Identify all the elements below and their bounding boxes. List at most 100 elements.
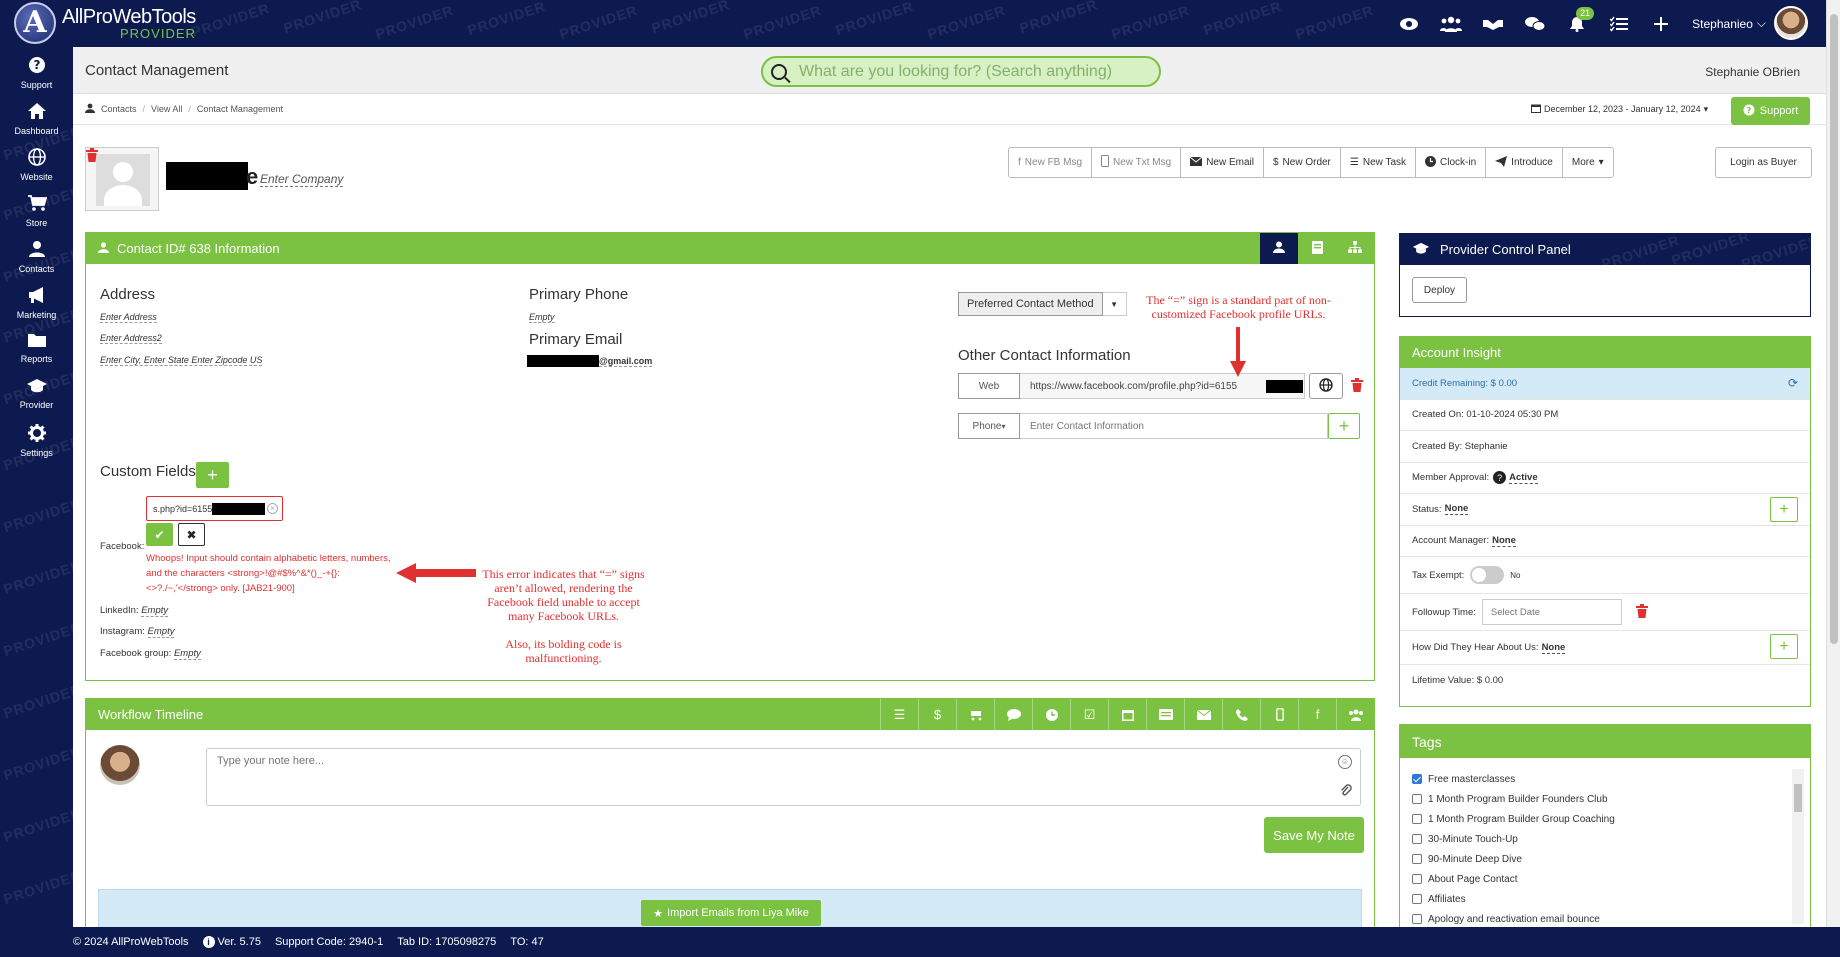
save-note-button[interactable]: Save My Note <box>1264 817 1364 853</box>
global-search[interactable] <box>761 56 1161 87</box>
status-value[interactable]: None <box>1444 503 1469 516</box>
new-txt-msg-button[interactable]: New Txt Msg <box>1092 148 1182 177</box>
search-input[interactable] <box>799 62 1139 81</box>
eye-icon[interactable] <box>1398 13 1420 35</box>
contact-name-tail[interactable]: e <box>246 164 258 190</box>
add-custom-field-button[interactable]: + <box>196 462 229 488</box>
plus-icon[interactable] <box>1650 13 1672 35</box>
new-order-button[interactable]: $ New Order <box>1263 148 1341 177</box>
primary-phone-field[interactable]: Empty <box>529 312 555 323</box>
linkedin-field[interactable]: Empty <box>141 605 169 617</box>
list-item[interactable]: 1 Month Program Builder Founders Club <box>1412 789 1797 809</box>
confirm-facebook-button[interactable]: ✔ <box>146 523 173 546</box>
contact-type-phone-select[interactable]: Phone ▾ <box>958 413 1020 439</box>
scrollbar-thumb[interactable] <box>1794 784 1802 812</box>
sidebar-item-marketing[interactable]: Marketing <box>0 286 73 320</box>
sidebar-item-store[interactable]: Store <box>0 194 73 228</box>
envelope-icon[interactable] <box>1184 699 1222 730</box>
list-item[interactable]: Apology and reactivation email bounce <box>1412 909 1797 929</box>
add-contact-info-button[interactable]: + <box>1328 413 1360 439</box>
tag-checkbox[interactable] <box>1412 834 1422 844</box>
tax-exempt-toggle[interactable] <box>1470 566 1505 584</box>
delete-contact-row-button[interactable] <box>1351 373 1363 399</box>
new-email-button[interactable]: New Email <box>1181 148 1264 177</box>
deploy-button[interactable]: Deploy <box>1412 277 1467 303</box>
breadcrumb-link[interactable]: View All <box>151 104 182 114</box>
comment-icon[interactable] <box>994 699 1032 730</box>
import-emails-button[interactable]: ★ Import Emails from Liya Mike <box>641 900 821 926</box>
note-input[interactable] <box>207 749 1360 805</box>
paperclip-icon[interactable] <box>1340 784 1352 801</box>
tag-checkbox[interactable] <box>1412 914 1422 924</box>
facebook-group-field[interactable]: Empty <box>173 648 201 660</box>
open-url-button[interactable] <box>1309 373 1343 399</box>
address1-field[interactable]: Enter Address <box>100 312 157 323</box>
calendar-icon[interactable] <box>1108 699 1146 730</box>
task-list-icon[interactable]: ☑ <box>1070 699 1108 730</box>
users-group-icon[interactable] <box>1336 699 1374 730</box>
clear-followup-button[interactable] <box>1635 603 1648 621</box>
new-task-button[interactable]: ☰ New Task <box>1340 148 1417 177</box>
city-state-zip-field[interactable]: Enter City, Enter State Enter Zipcode US <box>100 355 263 366</box>
clock-icon[interactable] <box>1032 699 1070 730</box>
delete-photo-icon[interactable] <box>86 148 98 165</box>
task-list-icon[interactable] <box>1608 13 1630 35</box>
contact-type-web[interactable]: Web <box>958 373 1020 399</box>
followup-date-input[interactable] <box>1481 599 1622 625</box>
app-logo[interactable]: A <box>14 2 56 44</box>
emoji-icon[interactable]: ☺ <box>1338 755 1352 769</box>
member-approval-value[interactable]: Active <box>1509 472 1538 484</box>
sidebar-item-website[interactable]: Website <box>0 148 73 182</box>
preferred-contact-method-select[interactable]: Preferred Contact Method ▼ <box>958 292 1127 316</box>
breadcrumb-link[interactable]: Contacts <box>101 104 137 114</box>
handshake-icon[interactable] <box>1482 13 1504 35</box>
id-card-icon[interactable] <box>1146 699 1184 730</box>
facebook-icon[interactable]: f <box>1298 699 1336 730</box>
question-circle-icon[interactable]: ? <box>1493 471 1507 485</box>
tag-checkbox[interactable] <box>1412 774 1422 784</box>
list-item[interactable]: 1 Month Program Builder Group Coaching <box>1412 809 1797 829</box>
clock-in-button[interactable]: Clock-in <box>1416 148 1487 177</box>
more-dropdown-button[interactable]: More ▾ <box>1562 148 1613 177</box>
refresh-icon[interactable]: ⟳ <box>1788 376 1798 390</box>
phone-icon[interactable] <box>1222 699 1260 730</box>
sidebar-item-support[interactable]: ? Support <box>0 56 73 90</box>
sidebar-item-provider[interactable]: Provider <box>0 378 73 410</box>
referral-source-value[interactable]: None <box>1541 642 1566 654</box>
new-fb-msg-button[interactable]: f New FB Msg <box>1009 148 1093 177</box>
account-manager-value[interactable]: None <box>1492 535 1516 547</box>
dollar-icon[interactable]: $ <box>918 699 956 730</box>
tag-checkbox[interactable] <box>1412 814 1422 824</box>
list-item[interactable]: About Page Contact <box>1412 869 1797 889</box>
cancel-facebook-button[interactable]: ✖ <box>178 523 205 546</box>
list-item[interactable]: 30-Minute Touch-Up <box>1412 829 1797 849</box>
add-status-button[interactable]: + <box>1770 497 1798 522</box>
sidebar-item-settings[interactable]: Settings <box>0 424 73 458</box>
tab-hierarchy[interactable] <box>1336 233 1374 264</box>
facebook-field-input[interactable]: s.php?id=6155 × <box>146 496 283 521</box>
company-field[interactable]: Enter Company <box>260 172 344 187</box>
scrollbar-thumb[interactable] <box>1830 14 1838 644</box>
list-icon[interactable]: ☰ <box>880 699 918 730</box>
tag-checkbox[interactable] <box>1412 854 1422 864</box>
bell-icon[interactable]: 21 <box>1566 6 1595 35</box>
address2-field[interactable]: Enter Address2 <box>100 333 162 344</box>
tag-checkbox[interactable] <box>1412 794 1422 804</box>
mobile-icon[interactable] <box>1260 699 1298 730</box>
web-url-field[interactable]: https://www.facebook.com/profile.php?id=… <box>1020 373 1305 399</box>
tab-address-book[interactable] <box>1298 233 1336 264</box>
login-as-buyer-button[interactable]: Login as Buyer <box>1715 147 1812 178</box>
tag-checkbox[interactable] <box>1412 874 1422 884</box>
cart-icon[interactable] <box>956 699 994 730</box>
list-item[interactable]: 90-Minute Deep Dive <box>1412 849 1797 869</box>
date-range-picker[interactable]: December 12, 2023 - January 12, 2024 ▾ <box>1531 103 1708 115</box>
sidebar-item-reports[interactable]: Reports <box>0 332 73 364</box>
new-contact-info-input[interactable] <box>1020 413 1328 439</box>
page-scrollbar[interactable] <box>1826 0 1840 927</box>
tag-list-scrollbar[interactable] <box>1792 769 1804 924</box>
primary-email-field[interactable]: @gmail.com <box>599 356 653 367</box>
list-item[interactable]: Affiliates <box>1412 889 1797 909</box>
users-group-icon[interactable] <box>1440 13 1463 35</box>
instagram-field[interactable]: Empty <box>147 626 175 638</box>
introduce-button[interactable]: Introduce <box>1486 148 1563 177</box>
